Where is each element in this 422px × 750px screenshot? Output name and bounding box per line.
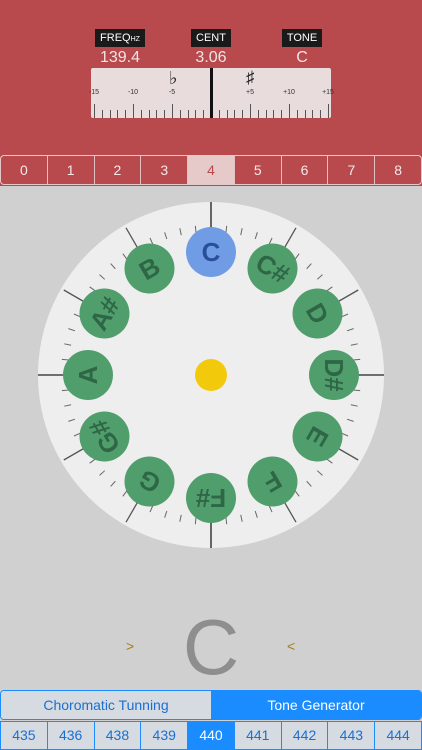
scale-tick: [281, 110, 283, 118]
tone-value: C: [296, 49, 308, 66]
reference-pitch-selector: 435 436 438 439 440 441 442 443 444: [0, 721, 422, 750]
octave-button-1[interactable]: 1: [48, 156, 95, 184]
frequency-label: FREQHZ: [95, 29, 145, 47]
octave-button-6[interactable]: 6: [282, 156, 329, 184]
octave-button-7[interactable]: 7: [328, 156, 376, 184]
scale-tick-label: +10: [283, 89, 295, 96]
reference-pitch-435[interactable]: 435: [1, 722, 48, 749]
reference-pitch-442[interactable]: 442: [281, 722, 329, 749]
scale-tick: [257, 110, 259, 118]
reference-pitch-443[interactable]: 443: [328, 722, 376, 749]
scale-tick: [218, 110, 220, 118]
note-button-C[interactable]: C: [186, 227, 236, 277]
scale-tick: [273, 110, 275, 118]
tone-readout: TONE C: [262, 28, 342, 67]
note-button-A[interactable]: A: [63, 350, 113, 400]
reference-pitch-438[interactable]: 438: [94, 722, 142, 749]
scale-tick: [148, 110, 150, 118]
scale-tick: [125, 110, 127, 118]
octave-selector: 012345678: [0, 155, 422, 185]
scale-tick: [164, 110, 166, 118]
scale-tick: [172, 104, 173, 118]
scale-tick: [109, 110, 111, 118]
cent-deviation-scale: ♭ ♯ -15 -10 -5 +5 +10 +15: [88, 68, 334, 118]
scale-tick: [250, 104, 251, 118]
octave-button-4[interactable]: 4: [188, 156, 235, 184]
scale-tick: [234, 110, 236, 118]
octave-button-2[interactable]: 2: [95, 156, 142, 184]
note-button-E[interactable]: E: [292, 411, 343, 462]
reference-pitch-436[interactable]: 436: [47, 722, 95, 749]
scale-tick: [187, 110, 189, 118]
mode-selector: Choromatic Tunning Tone Generator: [0, 690, 422, 720]
tune-up-indicator: >: [126, 638, 135, 654]
current-note-display: C: [182, 603, 240, 691]
scale-tick: [179, 110, 181, 118]
note-button-F-sharp[interactable]: F#: [186, 473, 236, 523]
tone-generator-tab[interactable]: Tone Generator: [211, 691, 421, 719]
reference-pitch-444[interactable]: 444: [375, 722, 421, 749]
reference-pitch-440[interactable]: 440: [188, 722, 235, 749]
note-label: C: [202, 237, 221, 267]
tone-label: TONE: [281, 29, 323, 47]
scale-tick: [304, 110, 306, 118]
scale-tick: [289, 104, 290, 118]
scale-tick-label: +15: [322, 89, 334, 96]
note-label: F#: [195, 483, 226, 513]
note-button-D-sharp[interactable]: D#: [309, 350, 359, 400]
note-label: D#: [319, 358, 349, 392]
octave-button-0[interactable]: 0: [1, 156, 48, 184]
cent-label: CENT: [191, 29, 231, 47]
scale-tick: [242, 110, 244, 118]
note-wheel: C C#D D# EF F# GG# A A#B: [38, 202, 384, 548]
scale-tick: [265, 110, 267, 118]
cent-readout: CENT 3.06: [171, 28, 251, 67]
scale-tick: [101, 110, 103, 118]
note-button-A-sharp[interactable]: A#: [79, 288, 130, 339]
scale-tick-label: -15: [88, 89, 100, 96]
sharp-icon: ♯: [246, 68, 255, 87]
octave-button-5[interactable]: 5: [235, 156, 282, 184]
frequency-value: 139.4: [99, 49, 141, 66]
scale-tick: [117, 110, 119, 118]
scale-tick: [328, 104, 329, 118]
scale-tick: [203, 110, 205, 118]
chromatic-tuning-tab[interactable]: Choromatic Tunning: [1, 691, 211, 719]
scale-tick: [133, 104, 134, 118]
scale-tick-label: -10: [127, 89, 139, 96]
octave-button-8[interactable]: 8: [375, 156, 421, 184]
reference-pitch-441[interactable]: 441: [234, 722, 282, 749]
note-button-C-sharp[interactable]: C#: [247, 243, 298, 294]
note-label: A: [73, 365, 103, 384]
center-dot: [195, 359, 227, 391]
scale-tick: [320, 110, 322, 118]
octave-button-3[interactable]: 3: [141, 156, 189, 184]
tune-down-indicator: <: [287, 638, 296, 654]
scale-tick: [226, 110, 228, 118]
frequency-readout: FREQHZ 139.4: [80, 28, 160, 67]
scale-tick: [296, 110, 298, 118]
flat-icon: ♭: [169, 68, 178, 88]
scale-tick: [94, 104, 95, 118]
note-button-F[interactable]: F: [247, 456, 298, 507]
reference-pitch-439[interactable]: 439: [141, 722, 189, 749]
scale-tick: [195, 110, 197, 118]
tuning-needle: [210, 68, 213, 118]
scale-tick: [156, 110, 158, 118]
note-button-G[interactable]: G: [124, 456, 175, 507]
note-button-D[interactable]: D: [292, 288, 343, 339]
scale-tick: [140, 110, 142, 118]
scale-tick-label: +5: [246, 89, 254, 96]
note-button-B[interactable]: B: [124, 243, 175, 294]
cent-value: 3.06: [195, 49, 227, 66]
scale-tick: [312, 110, 314, 118]
note-button-G-sharp[interactable]: G#: [79, 411, 130, 462]
scale-tick-label: -5: [168, 89, 176, 96]
